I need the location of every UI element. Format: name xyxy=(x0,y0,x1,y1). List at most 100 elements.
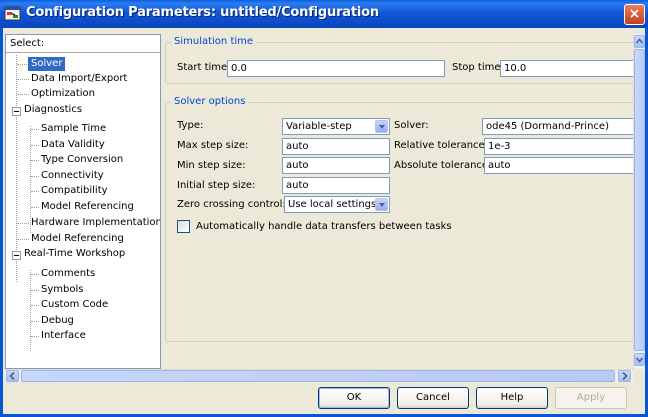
close-button[interactable]: × xyxy=(624,4,645,25)
tree-item-diagnostics[interactable]: Diagnostics xyxy=(24,103,82,117)
scroll-left-arrow-icon xyxy=(9,371,15,381)
collapse-toggle-icon[interactable] xyxy=(12,251,21,260)
stop-time-input[interactable]: 10.0 xyxy=(500,60,633,77)
tree-line xyxy=(17,223,29,224)
tree-item-label: Interface xyxy=(41,330,86,341)
simulation-time-legend: Simulation time xyxy=(171,36,257,48)
tree-item-label: Data Import/Export xyxy=(31,73,128,84)
tree-item-label: Solver xyxy=(28,57,66,71)
cancel-button[interactable]: Cancel xyxy=(397,387,469,409)
tree-line xyxy=(31,145,39,146)
absolute-tolerance-label: Absolute tolerance: xyxy=(394,160,492,171)
tree-line xyxy=(17,239,29,240)
tree-line xyxy=(17,94,29,95)
tree-item-data-import-export[interactable]: Data Import/Export xyxy=(31,72,127,86)
min-step-size-label: Min step size: xyxy=(177,160,246,171)
tree-item-custom-code[interactable]: Custom Code xyxy=(41,298,108,312)
tree-header: Select: xyxy=(6,35,160,53)
auto-handle-data-transfers-checkbox[interactable] xyxy=(177,220,190,233)
tree-item-label: Compatibility xyxy=(41,185,108,196)
tree-item-interface[interactable]: Interface xyxy=(41,329,86,343)
relative-tolerance-label: Relative tolerance: xyxy=(394,140,489,151)
tree-line xyxy=(31,274,39,275)
tree-item-label: Debug xyxy=(41,315,74,326)
vertical-scroll-thumb[interactable] xyxy=(634,49,645,351)
scroll-down-button[interactable] xyxy=(634,353,645,366)
window-title: Configuration Parameters: untitled/Confi… xyxy=(26,5,379,20)
max-step-size-input[interactable]: auto xyxy=(282,138,390,155)
tree-item-label: Sample Time xyxy=(41,123,107,134)
tree-item-label: Symbols xyxy=(41,284,84,295)
settings-pane: Simulation time Start time: 0.0 Stop tim… xyxy=(162,34,633,369)
initial-step-size-label: Initial step size: xyxy=(177,180,256,191)
tree-line xyxy=(17,79,29,80)
tree-item-model-referencing[interactable]: Model Referencing xyxy=(31,232,124,246)
scroll-right-button[interactable] xyxy=(618,370,631,382)
type-select[interactable]: Variable-step xyxy=(282,118,390,135)
tree-line xyxy=(16,55,17,282)
tree-item-label: Comments xyxy=(41,268,96,279)
tree-item-sample-time[interactable]: Sample Time xyxy=(41,122,106,136)
tree-item-real-time-workshop[interactable]: Real-Time Workshop xyxy=(24,247,125,261)
zero-crossing-control-label: Zero crossing control: xyxy=(177,199,286,210)
tree-item-diagnostics-model-referencing[interactable]: Model Referencing xyxy=(41,200,134,214)
scroll-left-button[interactable] xyxy=(6,370,19,382)
tree-item-type-conversion[interactable]: Type Conversion xyxy=(41,153,123,167)
title-bar[interactable]: Configuration Parameters: untitled/Confi… xyxy=(0,0,648,28)
tree-item-label: Custom Code xyxy=(41,299,109,310)
tree-line xyxy=(31,321,39,322)
type-select-value: Variable-step xyxy=(286,121,352,132)
tree-item-compatibility[interactable]: Compatibility xyxy=(41,184,108,198)
tree-line xyxy=(31,290,39,291)
tree-item-label: Connectivity xyxy=(41,170,104,181)
tree-item-label: Real-Time Workshop xyxy=(24,248,126,259)
zero-crossing-control-select[interactable]: Use local settings xyxy=(284,196,390,213)
tree-item-label: Hardware Implementation xyxy=(31,217,161,228)
apply-button[interactable]: Apply xyxy=(555,387,627,409)
tree-item-hardware-implementation[interactable]: Hardware Implementation xyxy=(31,216,161,230)
type-label: Type: xyxy=(177,120,204,131)
zero-crossing-control-value: Use local settings xyxy=(288,199,377,210)
stop-time-label: Stop time: xyxy=(452,62,504,73)
tree-line xyxy=(31,129,39,130)
solver-options-legend: Solver options xyxy=(171,96,249,108)
tree-item-solver[interactable]: Solver xyxy=(28,57,66,71)
solver-label: Solver: xyxy=(394,120,429,131)
tree-item-label: Optimization xyxy=(31,88,95,99)
collapse-toggle-icon[interactable] xyxy=(12,107,21,116)
vertical-scrollbar[interactable] xyxy=(633,34,645,369)
tree-line xyxy=(31,160,39,161)
tree-item-label: Data Validity xyxy=(41,139,105,150)
tree-item-optimization[interactable]: Optimization xyxy=(31,87,95,101)
initial-step-size-input[interactable]: auto xyxy=(282,177,390,194)
category-tree[interactable]: Select: Solver Data Import/Export Optimi… xyxy=(5,34,161,369)
tree-item-comments[interactable]: Comments xyxy=(41,267,95,281)
tree-line xyxy=(31,191,39,192)
max-step-size-label: Max step size: xyxy=(177,140,249,151)
tree-item-label: Diagnostics xyxy=(24,104,83,115)
tree-item-symbols[interactable]: Symbols xyxy=(41,283,83,297)
ok-button[interactable]: OK xyxy=(318,387,390,409)
tree-item-data-validity[interactable]: Data Validity xyxy=(41,138,105,152)
auto-handle-data-transfers-label: Automatically handle data transfers betw… xyxy=(196,221,452,232)
close-icon: × xyxy=(628,6,641,22)
chevron-down-icon[interactable] xyxy=(375,120,388,133)
simulink-config-icon xyxy=(4,6,21,21)
tree-item-debug[interactable]: Debug xyxy=(41,314,74,328)
tree-item-label: Model Referencing xyxy=(31,233,124,244)
solver-select[interactable]: ode45 (Dormand-Prince) xyxy=(482,118,633,135)
relative-tolerance-input[interactable]: 1e-3 xyxy=(484,138,633,155)
horizontal-scrollbar[interactable] xyxy=(5,369,633,382)
tree-line xyxy=(31,305,39,306)
tree-item-connectivity[interactable]: Connectivity xyxy=(41,169,104,183)
horizontal-scroll-thumb[interactable] xyxy=(21,370,615,382)
scroll-up-arrow-icon xyxy=(635,38,644,44)
scroll-right-arrow-icon xyxy=(622,371,628,381)
scroll-up-button[interactable] xyxy=(634,35,645,48)
tree-line xyxy=(31,207,39,208)
start-time-input[interactable]: 0.0 xyxy=(227,60,445,77)
help-button[interactable]: Help xyxy=(476,387,548,409)
min-step-size-input[interactable]: auto xyxy=(282,157,390,174)
chevron-down-icon[interactable] xyxy=(375,198,388,211)
absolute-tolerance-input[interactable]: auto xyxy=(484,157,633,174)
